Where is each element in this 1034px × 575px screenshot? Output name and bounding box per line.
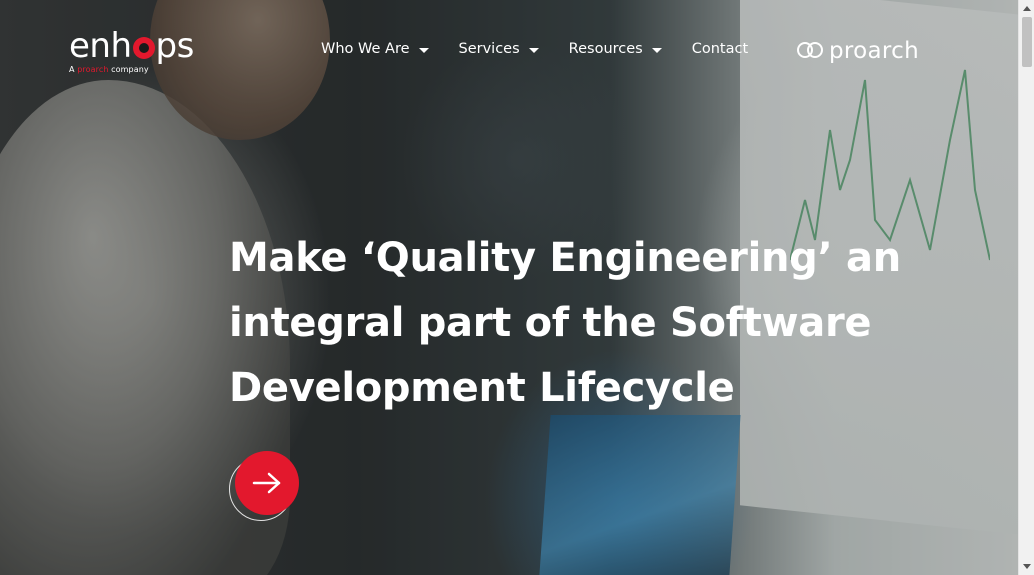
hero-next-button[interactable] [235, 451, 299, 515]
arrow-right-icon [252, 472, 281, 494]
caret-down-icon [528, 48, 539, 53]
proarch-logo[interactable]: proarch [797, 38, 919, 64]
page-scrollbar[interactable] [1018, 0, 1034, 575]
hero-headline-line-2: integral part of the Software [229, 300, 872, 346]
caret-down-icon [418, 48, 429, 53]
nav-label: Contact [691, 41, 749, 57]
logo-text-prefix: enh [69, 26, 132, 66]
proarch-logo-icon [797, 42, 825, 60]
hero-cta [229, 451, 299, 521]
nav-label: Who We Are [321, 41, 410, 57]
hero-headline-line-1: Make ‘Quality Engineering’ an [229, 235, 901, 281]
logo-tagline-brand: proarch [77, 65, 109, 74]
logo-wordmark: enh ps [69, 28, 194, 64]
logo-tagline-prefix: A [69, 65, 78, 74]
scroll-down-icon[interactable] [1023, 564, 1031, 569]
scrollbar-thumb[interactable] [1022, 17, 1032, 67]
nav-label: Resources [568, 41, 643, 57]
enhops-logo[interactable]: enh ps A proarch company [69, 28, 194, 74]
caret-down-icon [651, 48, 662, 53]
logo-tagline-suffix: company [108, 65, 149, 74]
hero-headline: Make ‘Quality Engineering’ an integral p… [229, 226, 929, 421]
nav-item-contact[interactable]: Contact [692, 41, 748, 57]
scroll-up-icon[interactable] [1023, 6, 1031, 11]
hero-headline-line-3: Development Lifecycle [229, 365, 735, 411]
proarch-wordmark: proarch [829, 38, 919, 64]
nav-item-who-we-are[interactable]: Who We Are [321, 41, 429, 57]
nav-label: Services [458, 41, 520, 57]
main-nav: Who We Are Services Resources Contact [321, 41, 748, 57]
nav-item-resources[interactable]: Resources [569, 41, 662, 57]
logo-text-suffix: ps [155, 26, 195, 66]
logo-o-icon [132, 37, 155, 59]
logo-tagline: A proarch company [69, 65, 194, 74]
nav-item-services[interactable]: Services [459, 41, 539, 57]
